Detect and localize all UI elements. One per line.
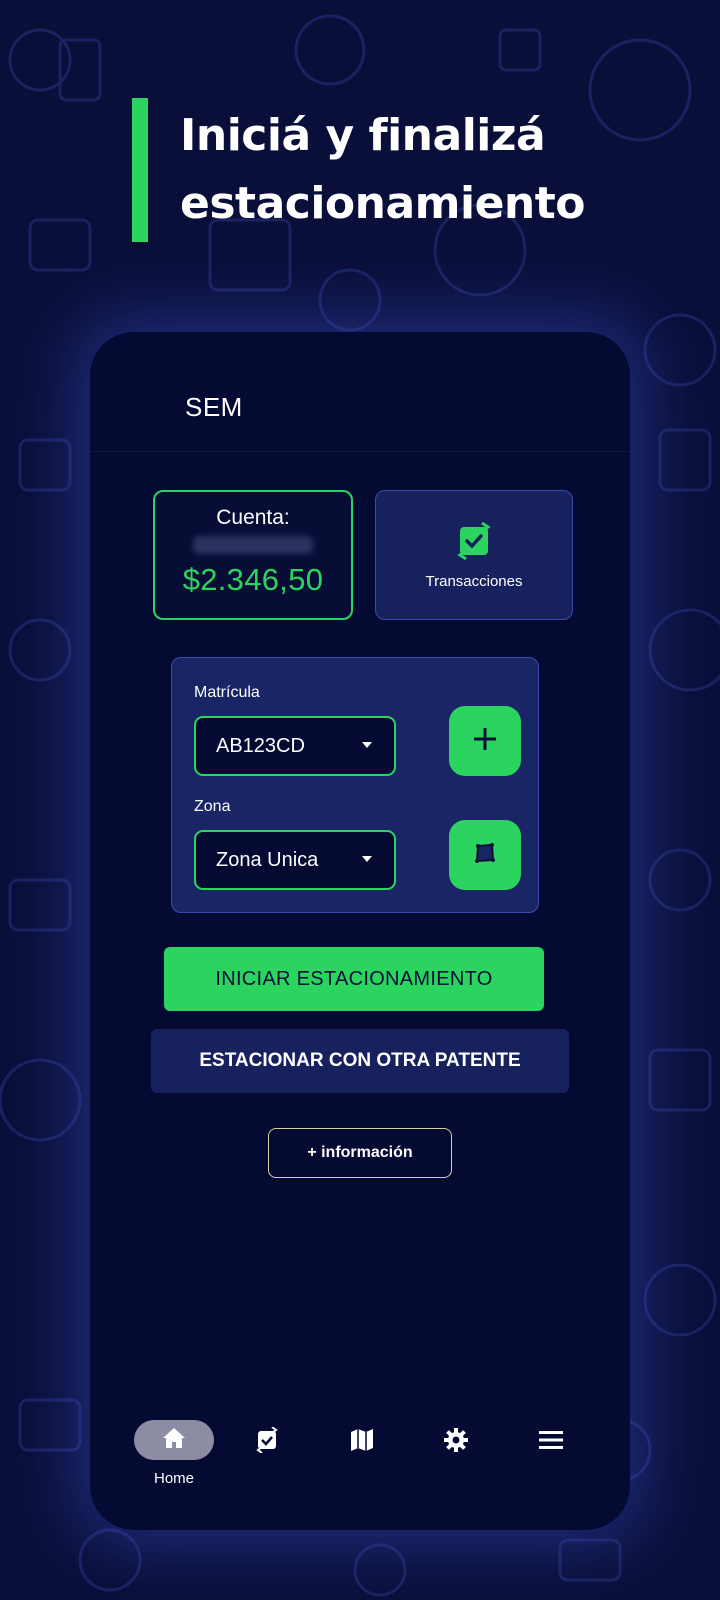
hero: Iniciá y finalizá estacionamiento xyxy=(132,98,620,242)
more-info-button[interactable]: + información xyxy=(268,1128,452,1178)
account-label: Cuenta: xyxy=(216,506,290,529)
transactions-button[interactable]: Transacciones xyxy=(375,490,573,620)
app-header: SEM xyxy=(90,332,630,452)
transactions-label: Transacciones xyxy=(425,573,523,590)
nav-item-map[interactable] xyxy=(342,1420,382,1460)
nav-item-settings[interactable] xyxy=(436,1420,476,1460)
nav-home-label: Home xyxy=(153,1470,194,1487)
bottom-nav: Home xyxy=(90,1400,630,1530)
hero-title: Iniciá y finalizá estacionamiento xyxy=(180,110,586,229)
account-balance: $2.346,50 xyxy=(182,562,324,597)
hero-accent-bar xyxy=(132,98,148,242)
zone-value: Zona Unica xyxy=(216,848,319,871)
zone-map-button[interactable] xyxy=(449,820,521,890)
plus-icon xyxy=(472,726,498,756)
zone-select[interactable]: Zona Unica xyxy=(194,830,396,890)
nav-item-home[interactable]: Home xyxy=(134,1420,214,1487)
plate-label: Matrícula xyxy=(194,684,260,701)
parking-form-panel: Matrícula AB123CD Zona Zona Unica xyxy=(171,657,539,913)
chevron-down-icon xyxy=(362,742,372,748)
plate-value: AB123CD xyxy=(216,734,305,757)
nav-item-menu[interactable] xyxy=(531,1420,571,1460)
nav-home-pill xyxy=(134,1420,214,1460)
map-icon xyxy=(342,1420,382,1460)
nav-item-transactions[interactable] xyxy=(247,1420,287,1460)
app-title: SEM xyxy=(185,392,243,422)
park-other-plate-button[interactable]: ESTACIONAR CON OTRA PATENTE xyxy=(151,1029,569,1093)
transactions-icon xyxy=(454,521,494,565)
polygon-area-icon xyxy=(473,841,497,869)
gear-icon xyxy=(436,1420,476,1460)
transactions-icon xyxy=(247,1420,287,1460)
menu-icon xyxy=(531,1420,571,1460)
start-parking-button[interactable]: INICIAR ESTACIONAMIENTO xyxy=(164,947,544,1011)
account-card: Cuenta: $2.346,50 xyxy=(153,490,353,620)
account-id-redacted xyxy=(193,536,313,554)
chevron-down-icon xyxy=(362,856,372,862)
add-plate-button[interactable] xyxy=(449,706,521,776)
zone-label: Zona xyxy=(194,798,231,815)
home-icon xyxy=(161,1426,187,1454)
plate-select[interactable]: AB123CD xyxy=(194,716,396,776)
phone-frame: SEM Cuenta: $2.346,50 Transacciones Matr… xyxy=(90,332,630,1530)
